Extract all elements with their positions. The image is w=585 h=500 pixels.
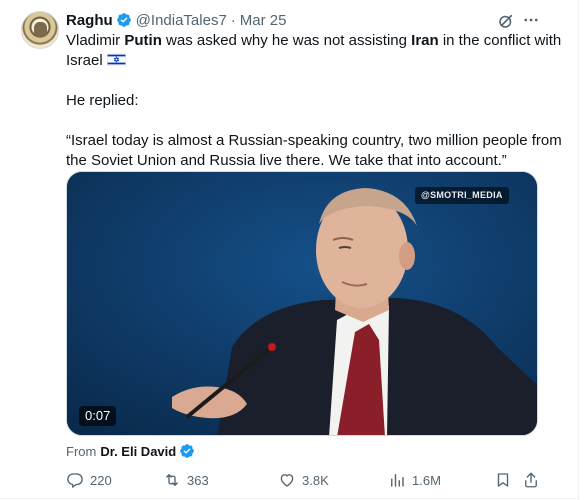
author-name[interactable]: Raghu <box>66 12 113 29</box>
frame-right-border <box>578 0 585 500</box>
tweet-text-line-3: He replied: <box>66 92 139 109</box>
grok-icon[interactable] <box>497 12 515 30</box>
video-watermark: @SMOTRI_MEDIA <box>415 187 509 204</box>
tweet-date[interactable]: Mar 25 <box>240 12 287 29</box>
share-icon <box>525 472 537 488</box>
source-attribution: From Dr. Eli David <box>66 443 199 459</box>
views-bar-chart-icon <box>391 474 404 487</box>
source-prefix: From <box>66 443 97 459</box>
share-button[interactable] <box>522 470 540 490</box>
israel-flag-icon <box>107 53 126 66</box>
video-frame <box>67 172 537 435</box>
tweet-text-line-4: “Israel today is almost a Russian-speaki… <box>66 132 562 149</box>
highlight-iran: Iran <box>411 32 439 49</box>
highlight-putin: Putin <box>124 32 162 49</box>
reply-count: 220 <box>90 472 112 488</box>
verified-badge-icon <box>180 444 195 458</box>
views-button[interactable]: 1.6M <box>388 470 441 490</box>
like-button[interactable]: 3.8K <box>278 470 329 490</box>
header-separator: · <box>230 11 236 29</box>
like-count: 3.8K <box>302 472 329 488</box>
reply-icon <box>67 473 83 488</box>
text-segment: Israel <box>66 52 103 69</box>
tweet-text-line-2: Israel <box>66 51 556 71</box>
verified-badge-icon <box>116 13 131 27</box>
view-count: 1.6M <box>412 472 441 488</box>
author-avatar[interactable] <box>21 11 59 49</box>
heart-icon <box>280 474 294 487</box>
bookmark-button[interactable] <box>494 470 512 490</box>
avatar-figure <box>34 22 47 37</box>
tweet-actions: 220 363 3.8K 1.6M <box>66 470 546 490</box>
repost-icon <box>166 474 178 486</box>
tweet-text-line-5: the Soviet Union and Russia live there. … <box>66 152 507 169</box>
text-segment: Vladimir <box>66 32 125 49</box>
source-name[interactable]: Dr. Eli David <box>100 444 176 459</box>
video-player[interactable]: @SMOTRI_MEDIA 0:07 <box>66 171 538 436</box>
bookmark-icon <box>497 473 509 487</box>
text-segment: in the conflict with <box>438 32 562 49</box>
text-segment: was asked why he was not assisting <box>161 32 412 49</box>
repost-button[interactable]: 363 <box>163 470 209 490</box>
video-duration: 0:07 <box>79 406 117 426</box>
tweet-text: Vladimir Putin was asked why he was not … <box>66 31 562 171</box>
reply-button[interactable]: 220 <box>66 470 112 490</box>
tweet-text-line-1: Vladimir Putin was asked why he was not … <box>66 31 561 51</box>
frame-bottom-border <box>0 498 578 499</box>
tweet-header: Raghu @IndiaTales7 · Mar 25 <box>66 11 286 29</box>
more-horizontal-icon[interactable] <box>522 11 540 29</box>
author-handle[interactable]: @IndiaTales7 <box>136 12 227 29</box>
repost-count: 363 <box>187 472 209 488</box>
